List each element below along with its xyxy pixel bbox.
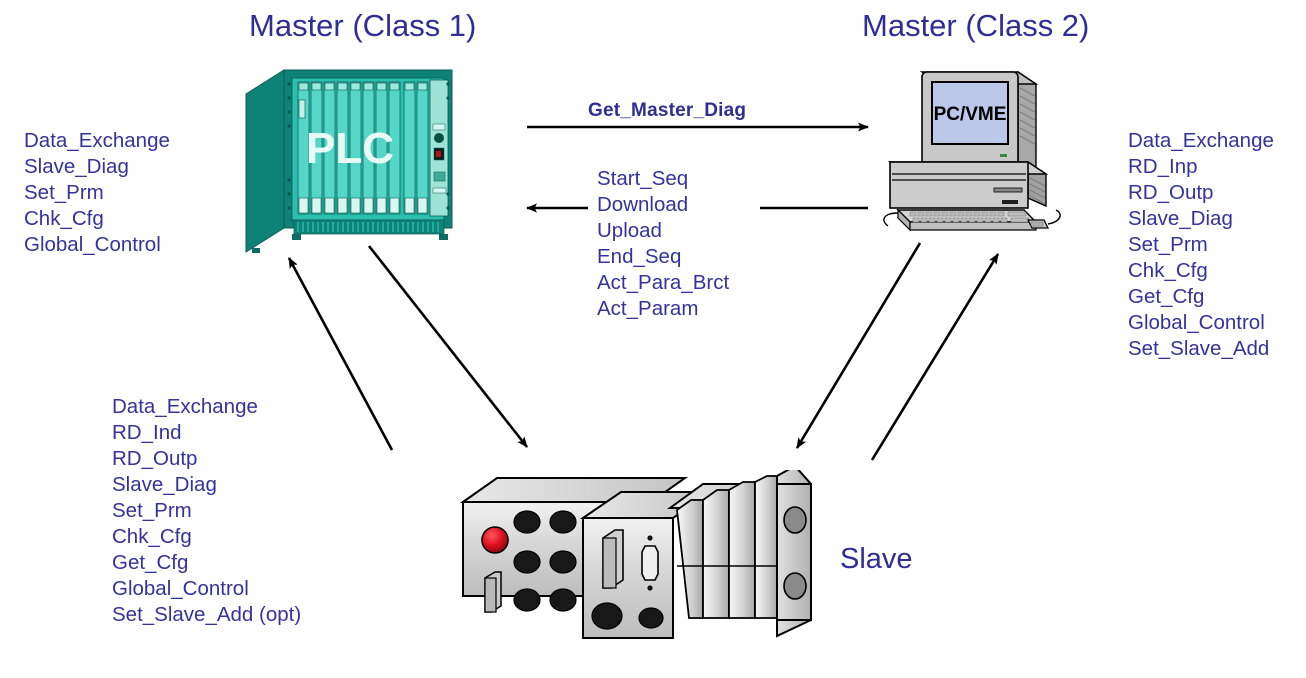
mid-service-item: Upload [597, 219, 662, 242]
service-item: Set_Slave_Add [1128, 337, 1270, 360]
arrow-plc-to-slave [367, 245, 529, 448]
service-item: RD_Outp [1128, 181, 1214, 204]
diagram-canvas: Master (Class 1) Master (Class 2) PLC PC… [0, 0, 1306, 678]
service-item: Set_Slave_Add (opt) [112, 603, 302, 626]
mid-service-item: End_Seq [597, 245, 682, 268]
service-item: Slave_Diag [112, 473, 217, 496]
service-item: RD_Ind [112, 421, 182, 444]
pc-vme-device-icon: PC/VME [883, 70, 1061, 232]
service-item: Data_Exchange [112, 395, 258, 418]
service-item: Data_Exchange [1128, 129, 1274, 152]
service-item: RD_Inp [1128, 155, 1198, 178]
plc-device-icon: PLC [245, 69, 453, 253]
arrow-slave-to-plc [287, 257, 394, 451]
slave-device-icon [459, 470, 812, 639]
service-item: Global_Control [24, 233, 161, 256]
service-item: Set_Prm [1128, 233, 1208, 256]
pc-screen-wordmark: PC/VME [934, 104, 1007, 125]
service-item: Set_Prm [24, 181, 104, 204]
service-item: Chk_Cfg [1128, 259, 1208, 282]
mid-service-item: Start_Seq [597, 167, 689, 190]
service-item: Set_Prm [112, 499, 192, 522]
service-item: RD_Outp [112, 447, 198, 470]
class1-master-services-list: Data_Exchange Slave_Diag Set_Prm Chk_Cfg… [24, 128, 170, 258]
service-item: Chk_Cfg [24, 207, 104, 230]
mid-service-item: Act_Param [597, 297, 699, 320]
mid-service-item: Download [597, 193, 689, 216]
service-item: Global_Control [1128, 311, 1265, 334]
arrow-pc-to-slave [795, 242, 922, 449]
service-item: Chk_Cfg [112, 525, 192, 548]
plc-wordmark: PLC [306, 124, 394, 173]
slave-device-label: Slave [840, 543, 913, 575]
slave-services-list: Data_Exchange RD_Ind RD_Outp Slave_Diag … [112, 394, 301, 628]
mid-service-item: Act_Para_Brct [597, 271, 730, 294]
class2-master-services-list: Data_Exchange RD_Inp RD_Outp Slave_Diag … [1128, 128, 1274, 362]
service-item: Slave_Diag [1128, 207, 1233, 230]
arrow-label-get-master-diag: Get_Master_Diag [588, 100, 747, 121]
service-item: Slave_Diag [24, 155, 129, 178]
service-item: Data_Exchange [24, 129, 170, 152]
title-master-class2: Master (Class 2) [862, 8, 1090, 43]
service-item: Global_Control [112, 577, 249, 600]
arrow-slave-to-pc [870, 253, 1000, 461]
service-item: Get_Cfg [112, 551, 189, 574]
title-master-class1: Master (Class 1) [249, 8, 477, 43]
service-item: Get_Cfg [1128, 285, 1205, 308]
mid-services-list: Start_Seq Download Upload End_Seq Act_Pa… [597, 166, 729, 322]
